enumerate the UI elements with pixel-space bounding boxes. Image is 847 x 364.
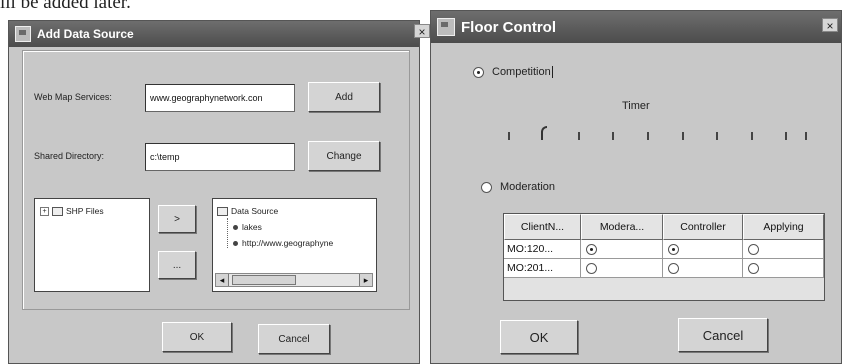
move-right-button[interactable]: >	[158, 205, 196, 233]
shp-files-label: SHP Files	[66, 206, 104, 216]
timer-tick	[785, 132, 787, 140]
column-header-client[interactable]: ClientN...	[504, 214, 581, 240]
column-header-applying[interactable]: Applying	[743, 214, 824, 240]
data-source-tree[interactable]: Data Source lakes http://www.geographyne…	[212, 198, 377, 292]
moderation-radio[interactable]: Moderation	[481, 181, 555, 193]
tree-connector	[227, 218, 229, 248]
shared-directory-label: Shared Directory:	[34, 151, 105, 161]
timer-tick	[508, 132, 510, 140]
horizontal-scrollbar[interactable]: ◂ ▸	[215, 273, 373, 287]
scroll-left-button[interactable]: ◂	[216, 274, 229, 286]
row2-applying-cell[interactable]	[743, 259, 824, 278]
timer-tick	[612, 132, 614, 140]
page-caption-text: ill be added later.	[0, 0, 131, 13]
tree-child-label: lakes	[242, 222, 262, 232]
row2-controller-cell[interactable]	[663, 259, 743, 278]
timer-tick	[578, 132, 580, 140]
moderation-table: ClientN... Modera... Controller Applying…	[503, 213, 825, 301]
column-header-controller[interactable]: Controller	[663, 214, 743, 240]
data-source-root-label: Data Source	[231, 206, 279, 216]
timer-tick	[716, 132, 718, 140]
web-map-services-label: Web Map Services:	[34, 92, 112, 102]
folder-icon	[52, 207, 63, 217]
floor-control-ok-button[interactable]: OK	[500, 320, 578, 354]
row1-moderator-cell[interactable]	[581, 240, 663, 259]
competition-label: Competition	[492, 66, 553, 78]
move-left-button[interactable]: ...	[158, 251, 196, 279]
layer-icon	[233, 241, 238, 247]
row2-controller-radio[interactable]	[668, 262, 679, 274]
shp-files-node[interactable]: + SHP Files	[40, 206, 104, 217]
window-icon	[437, 18, 455, 36]
timer-slider[interactable]	[500, 122, 820, 152]
shp-files-tree[interactable]: + SHP Files	[34, 198, 150, 292]
scroll-right-button[interactable]: ▸	[359, 274, 372, 286]
add-data-source-close-button[interactable]: ×	[414, 24, 430, 39]
tree-child-label: http://www.geographyne	[242, 238, 334, 248]
timer-tick	[682, 132, 684, 140]
floor-control-cancel-button[interactable]: Cancel	[678, 318, 768, 352]
row1-controller-radio[interactable]	[668, 243, 679, 255]
scroll-thumb[interactable]	[232, 275, 296, 285]
folder-icon	[217, 207, 228, 217]
moderation-radio-button[interactable]	[481, 181, 492, 193]
floor-control-title: Floor Control	[461, 18, 556, 36]
row1-applying-radio[interactable]	[748, 243, 759, 255]
add-data-source-title: Add Data Source	[37, 27, 134, 41]
timer-tick	[805, 132, 807, 140]
web-map-services-input[interactable]: www.geographynetwork.con	[145, 84, 295, 112]
add-button[interactable]: Add	[308, 82, 380, 112]
shared-directory-input[interactable]: c:\temp	[145, 143, 295, 171]
row1-moderator-radio[interactable]	[586, 243, 597, 255]
column-header-moderator[interactable]: Modera...	[581, 214, 663, 240]
competition-radio-button[interactable]	[473, 66, 484, 78]
add-data-source-cancel-button[interactable]: Cancel	[258, 324, 330, 354]
table-row-client[interactable]: MO:201...	[504, 259, 581, 278]
add-data-source-ok-button[interactable]: OK	[162, 322, 232, 352]
change-button[interactable]: Change	[308, 141, 380, 171]
row2-applying-radio[interactable]	[748, 262, 759, 274]
row1-applying-cell[interactable]	[743, 240, 824, 259]
expand-icon[interactable]: +	[40, 207, 49, 217]
table-empty-area	[504, 278, 824, 300]
timer-tick	[647, 132, 649, 140]
timer-tick	[751, 132, 753, 140]
floor-control-titlebar: Floor Control	[431, 11, 841, 43]
timer-label: Timer	[622, 100, 650, 112]
row2-moderator-radio[interactable]	[586, 262, 597, 274]
window-icon	[15, 26, 31, 42]
row1-controller-cell[interactable]	[663, 240, 743, 259]
row2-moderator-cell[interactable]	[581, 259, 663, 278]
tree-child-lakes[interactable]: lakes	[233, 222, 262, 232]
floor-control-close-button[interactable]: ×	[822, 18, 838, 33]
moderation-label: Moderation	[500, 181, 556, 193]
timer-slider-thumb[interactable]	[541, 126, 547, 140]
table-row-client[interactable]: MO:120...	[504, 240, 581, 259]
competition-radio[interactable]: Competition	[473, 66, 553, 78]
layer-icon	[233, 225, 238, 231]
data-source-root[interactable]: Data Source	[217, 206, 279, 217]
tree-child-url[interactable]: http://www.geographyne	[233, 238, 333, 248]
add-data-source-titlebar: Add Data Source	[9, 21, 419, 47]
